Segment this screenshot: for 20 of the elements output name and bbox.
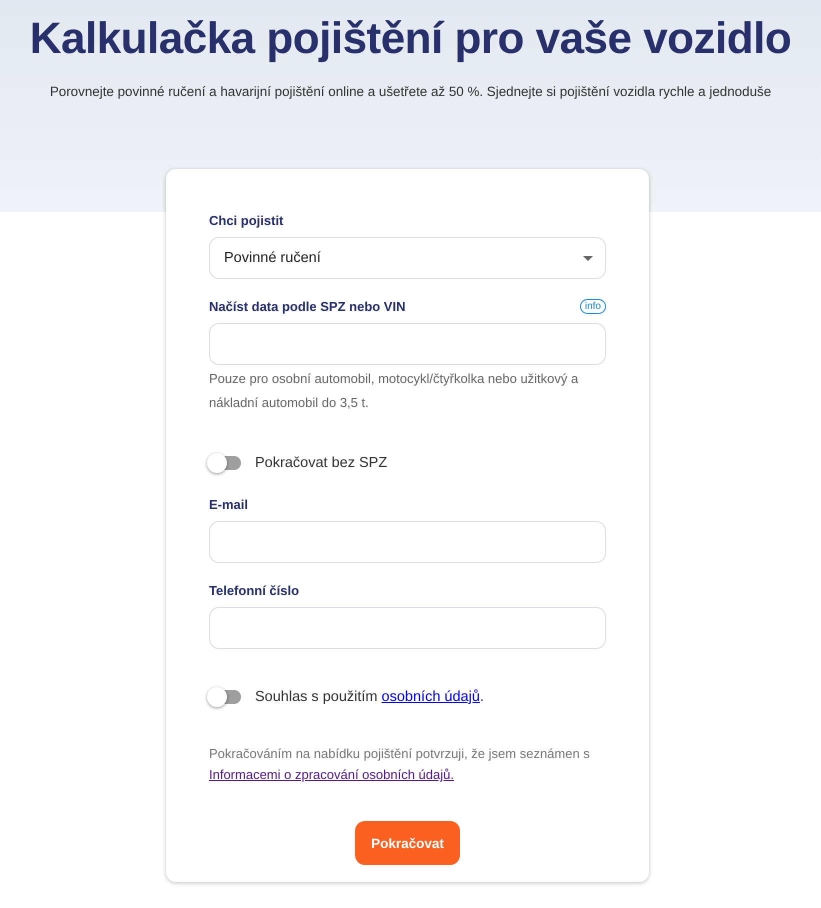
info-badge[interactable]: info: [580, 299, 606, 314]
input-field[interactable]: [209, 323, 606, 365]
privacy-info-link[interactable]: Informacemi o zpracování osobních údajů.: [209, 767, 454, 782]
dropdown-caret-icon: [583, 256, 593, 260]
toggle-switch[interactable]: [209, 456, 241, 470]
consent-note: Pokračováním na nabídku pojištění potvrzuji, že jsem seznámen s Informacemi o zpracování osobních údajů.: [209, 745, 591, 784]
insurance-type-select[interactable]: Povinné ručení: [209, 237, 606, 279]
toggle-label: Souhlas s použitím osobních údajů.: [255, 689, 484, 705]
toggle-label: Pokračovat bez SPZ: [255, 455, 388, 471]
field-hint: Pouze pro osobní automobil, motocykl/čtyřkolka nebo užitkový a nákladní automobil do 3,5 t.: [209, 370, 580, 412]
field-label: Telefonní číslo: [209, 583, 300, 598]
field-label: Chci pojistit: [209, 213, 284, 228]
page-subtitle: Porovnejte povinné ručení a havarijní pojištění online a ušetřete až 50 %. Sjednejte si pojištění vozidla rychle a jednoduše: [50, 84, 772, 99]
field-label: E-mail: [209, 497, 248, 512]
page-title: Kalkulačka pojištění pro vaše vozidlo: [30, 14, 792, 64]
input-field[interactable]: [209, 607, 606, 649]
field-label: Načíst data podle SPZ nebo VIN: [209, 299, 406, 314]
personal-data-link[interactable]: osobních údajů: [382, 689, 480, 705]
toggle-switch[interactable]: [209, 690, 241, 704]
input-field[interactable]: [209, 521, 606, 563]
